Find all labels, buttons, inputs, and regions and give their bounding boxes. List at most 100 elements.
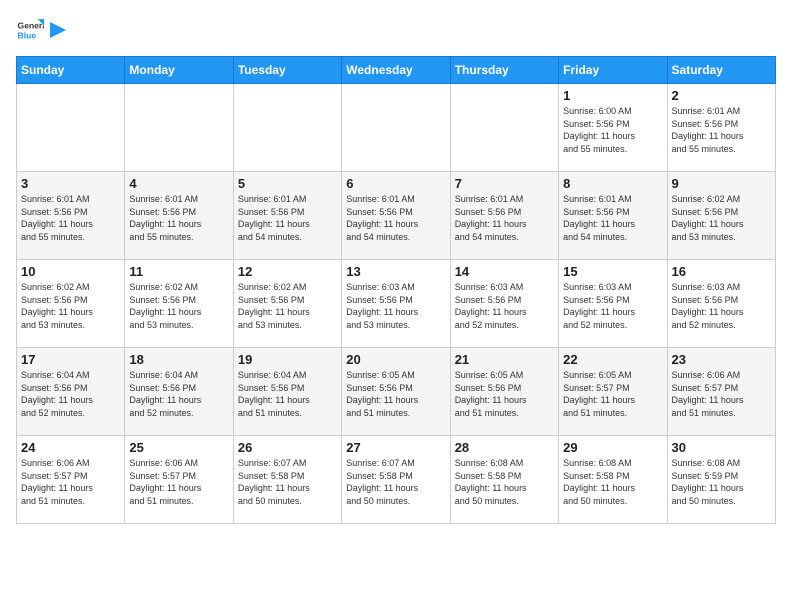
day-info: Sunrise: 6:08 AM Sunset: 5:59 PM Dayligh… [672, 457, 771, 507]
day-number: 19 [238, 352, 337, 367]
day-number: 17 [21, 352, 120, 367]
calendar-day-cell [17, 84, 125, 172]
day-number: 25 [129, 440, 228, 455]
calendar-day-cell: 9Sunrise: 6:02 AM Sunset: 5:56 PM Daylig… [667, 172, 775, 260]
calendar-day-cell [125, 84, 233, 172]
svg-text:General: General [18, 20, 44, 30]
day-number: 26 [238, 440, 337, 455]
calendar-day-cell: 20 Sunrise: 6:05 AM Sunset: 5:56 PM Dayli… [342, 348, 450, 436]
calendar-day-cell: 6 Sunrise: 6:01 AM Sunset: 5:56 PM Daylig… [342, 172, 450, 260]
calendar-day-cell: 29 Sunrise: 6:08 AM Sunset: 5:58 PM Dayli… [559, 436, 667, 524]
day-info: Sunrise: 6:04 AM Sunset: 5:56 PM Dayligh… [238, 369, 337, 419]
day-number: 3 [21, 176, 120, 191]
calendar-day-cell: 25 Sunrise: 6:06 AM Sunset: 5:57 PM Dayli… [125, 436, 233, 524]
day-number: 21 [455, 352, 554, 367]
day-info: Sunrise: 6:06 AM Sunset: 5:57 PM Dayligh… [21, 457, 120, 507]
calendar-day-cell: 24 Sunrise: 6:06 AM Sunset: 5:57 PM Dayli… [17, 436, 125, 524]
day-number: 9 [672, 176, 771, 191]
calendar-day-cell: 3Sunrise: 6:01 AM Sunset: 5:56 PM Daylig… [17, 172, 125, 260]
day-info: Sunrise: 6:06 AM Sunset: 5:57 PM Dayligh… [129, 457, 228, 507]
day-number: 18 [129, 352, 228, 367]
day-info: Sunrise: 6:01 AM Sunset: 5:56 PM Dayligh… [238, 193, 337, 243]
calendar-day-cell: 1 Sunrise: 6:00 AM Sunset: 5:56 PM Daylig… [559, 84, 667, 172]
day-number: 29 [563, 440, 662, 455]
day-info: Sunrise: 6:04 AM Sunset: 5:56 PM Dayligh… [21, 369, 120, 419]
calendar-week-row: 10Sunrise: 6:02 AM Sunset: 5:56 PM Dayli… [17, 260, 776, 348]
day-number: 16 [672, 264, 771, 279]
day-info: Sunrise: 6:03 AM Sunset: 5:56 PM Dayligh… [563, 281, 662, 331]
day-info: Sunrise: 6:02 AM Sunset: 5:56 PM Dayligh… [21, 281, 120, 331]
day-info: Sunrise: 6:02 AM Sunset: 5:56 PM Dayligh… [129, 281, 228, 331]
calendar-day-cell: 15 Sunrise: 6:03 AM Sunset: 5:56 PM Dayli… [559, 260, 667, 348]
day-info: Sunrise: 6:05 AM Sunset: 5:57 PM Dayligh… [563, 369, 662, 419]
calendar-day-cell: 18 Sunrise: 6:04 AM Sunset: 5:56 PM Dayli… [125, 348, 233, 436]
day-info: Sunrise: 6:01 AM Sunset: 5:56 PM Dayligh… [563, 193, 662, 243]
day-info: Sunrise: 6:03 AM Sunset: 5:56 PM Dayligh… [455, 281, 554, 331]
weekday-header: Thursday [450, 57, 558, 84]
day-number: 28 [455, 440, 554, 455]
calendar-day-cell: 7Sunrise: 6:01 AM Sunset: 5:56 PM Daylig… [450, 172, 558, 260]
weekday-header: Saturday [667, 57, 775, 84]
day-info: Sunrise: 6:01 AM Sunset: 5:56 PM Dayligh… [129, 193, 228, 243]
calendar-day-cell: 27Sunrise: 6:07 AM Sunset: 5:58 PM Dayli… [342, 436, 450, 524]
day-number: 30 [672, 440, 771, 455]
day-info: Sunrise: 6:03 AM Sunset: 5:56 PM Dayligh… [346, 281, 445, 331]
weekday-row: SundayMondayTuesdayWednesdayThursdayFrid… [17, 57, 776, 84]
day-number: 12 [238, 264, 337, 279]
calendar-day-cell: 11 Sunrise: 6:02 AM Sunset: 5:56 PM Dayli… [125, 260, 233, 348]
calendar-day-cell: 2 Sunrise: 6:01 AM Sunset: 5:56 PM Daylig… [667, 84, 775, 172]
day-number: 13 [346, 264, 445, 279]
day-info: Sunrise: 6:06 AM Sunset: 5:57 PM Dayligh… [672, 369, 771, 419]
day-info: Sunrise: 6:08 AM Sunset: 5:58 PM Dayligh… [455, 457, 554, 507]
day-number: 22 [563, 352, 662, 367]
day-number: 8 [563, 176, 662, 191]
page-header: General Blue [16, 16, 776, 44]
day-number: 2 [672, 88, 771, 103]
calendar-day-cell: 30 Sunrise: 6:08 AM Sunset: 5:59 PM Dayli… [667, 436, 775, 524]
calendar-day-cell: 17 Sunrise: 6:04 AM Sunset: 5:56 PM Dayli… [17, 348, 125, 436]
weekday-header: Wednesday [342, 57, 450, 84]
calendar-table: SundayMondayTuesdayWednesdayThursdayFrid… [16, 56, 776, 524]
calendar-day-cell: 13 Sunrise: 6:03 AM Sunset: 5:56 PM Dayli… [342, 260, 450, 348]
day-number: 6 [346, 176, 445, 191]
day-number: 24 [21, 440, 120, 455]
calendar-week-row: 1 Sunrise: 6:00 AM Sunset: 5:56 PM Daylig… [17, 84, 776, 172]
calendar-header: SundayMondayTuesdayWednesdayThursdayFrid… [17, 57, 776, 84]
day-info: Sunrise: 6:04 AM Sunset: 5:56 PM Dayligh… [129, 369, 228, 419]
calendar-day-cell: 28 Sunrise: 6:08 AM Sunset: 5:58 PM Dayli… [450, 436, 558, 524]
calendar-day-cell: 5 Sunrise: 6:01 AM Sunset: 5:56 PM Daylig… [233, 172, 341, 260]
calendar-week-row: 17 Sunrise: 6:04 AM Sunset: 5:56 PM Dayli… [17, 348, 776, 436]
day-info: Sunrise: 6:01 AM Sunset: 5:56 PM Dayligh… [346, 193, 445, 243]
day-info: Sunrise: 6:07 AM Sunset: 5:58 PM Dayligh… [238, 457, 337, 507]
day-info: Sunrise: 6:07 AM Sunset: 5:58 PM Dayligh… [346, 457, 445, 507]
calendar-day-cell: 22 Sunrise: 6:05 AM Sunset: 5:57 PM Dayli… [559, 348, 667, 436]
day-info: Sunrise: 6:01 AM Sunset: 5:56 PM Dayligh… [455, 193, 554, 243]
day-number: 11 [129, 264, 228, 279]
day-info: Sunrise: 6:03 AM Sunset: 5:56 PM Dayligh… [672, 281, 771, 331]
calendar-day-cell [450, 84, 558, 172]
day-number: 15 [563, 264, 662, 279]
logo: General Blue [16, 16, 66, 44]
calendar-day-cell: 21Sunrise: 6:05 AM Sunset: 5:56 PM Dayli… [450, 348, 558, 436]
day-number: 4 [129, 176, 228, 191]
day-info: Sunrise: 6:08 AM Sunset: 5:58 PM Dayligh… [563, 457, 662, 507]
calendar-day-cell [233, 84, 341, 172]
weekday-header: Sunday [17, 57, 125, 84]
calendar-day-cell: 8 Sunrise: 6:01 AM Sunset: 5:56 PM Daylig… [559, 172, 667, 260]
day-number: 14 [455, 264, 554, 279]
calendar-week-row: 24 Sunrise: 6:06 AM Sunset: 5:57 PM Dayli… [17, 436, 776, 524]
calendar-day-cell: 12Sunrise: 6:02 AM Sunset: 5:56 PM Dayli… [233, 260, 341, 348]
day-number: 5 [238, 176, 337, 191]
day-info: Sunrise: 6:00 AM Sunset: 5:56 PM Dayligh… [563, 105, 662, 155]
logo-icon: General Blue [16, 16, 44, 44]
day-number: 1 [563, 88, 662, 103]
calendar-day-cell: 10Sunrise: 6:02 AM Sunset: 5:56 PM Dayli… [17, 260, 125, 348]
weekday-header: Monday [125, 57, 233, 84]
calendar-day-cell: 4 Sunrise: 6:01 AM Sunset: 5:56 PM Daylig… [125, 172, 233, 260]
calendar-day-cell: 14 Sunrise: 6:03 AM Sunset: 5:56 PM Dayli… [450, 260, 558, 348]
day-info: Sunrise: 6:01 AM Sunset: 5:56 PM Dayligh… [672, 105, 771, 155]
day-number: 20 [346, 352, 445, 367]
svg-text:Blue: Blue [18, 31, 37, 41]
calendar-day-cell [342, 84, 450, 172]
day-info: Sunrise: 6:05 AM Sunset: 5:56 PM Dayligh… [346, 369, 445, 419]
